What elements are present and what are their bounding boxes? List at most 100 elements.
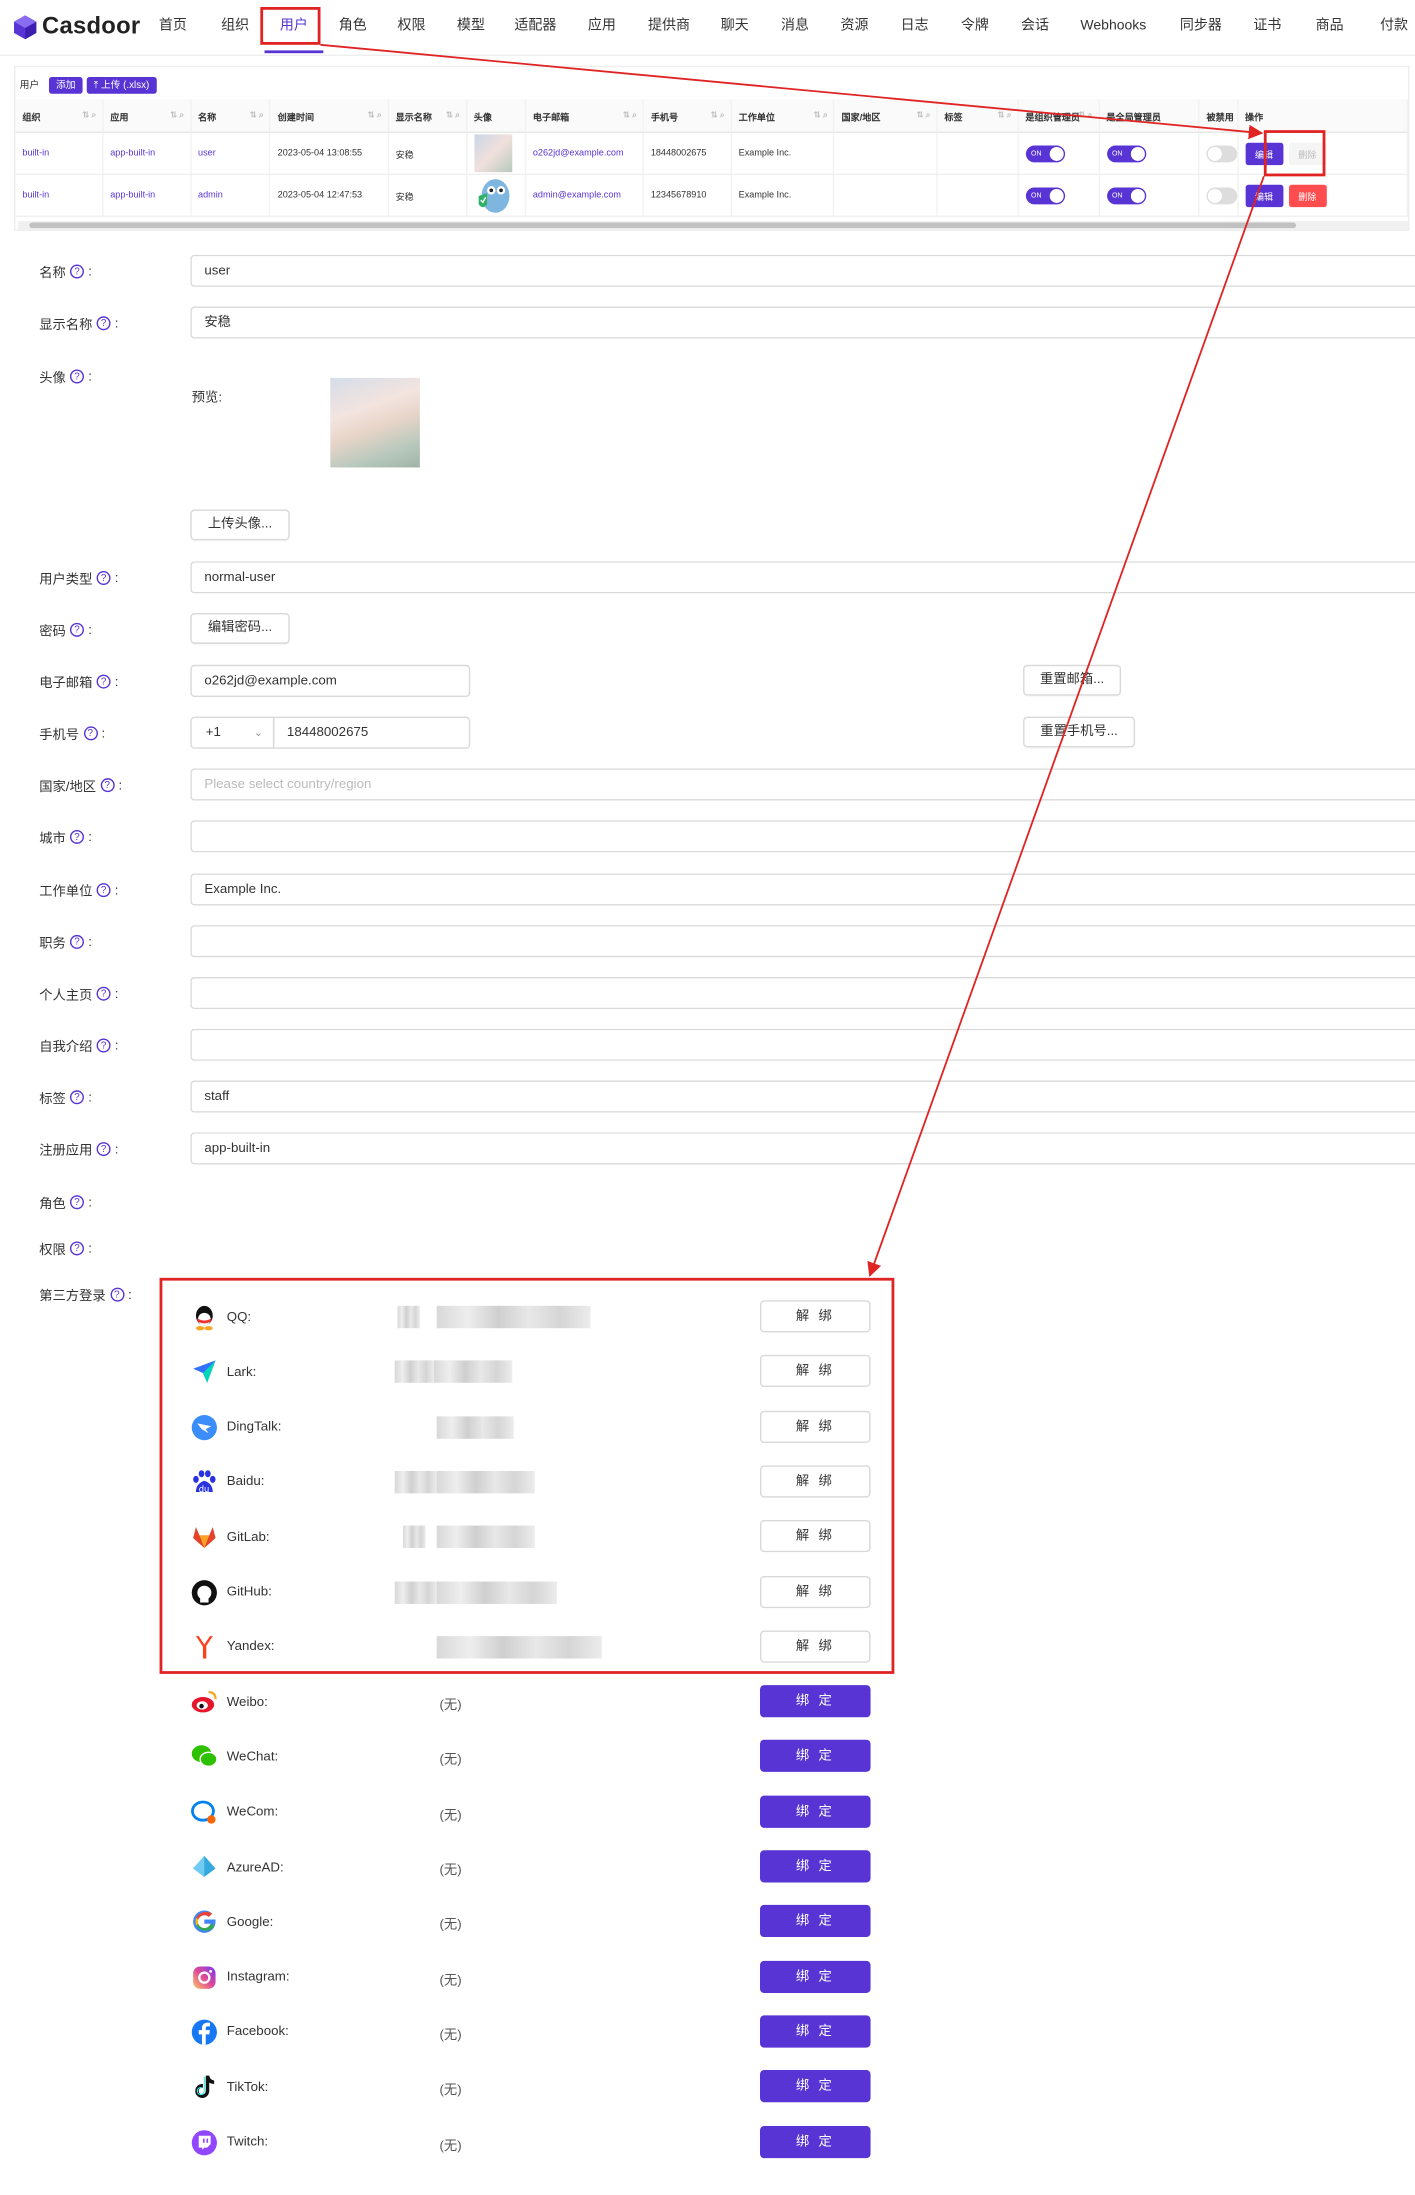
- table-row[interactable]: built-in app-built-in admin 2023-05-04 12:4…: [15, 174, 1409, 217]
- nav-item[interactable]: 权限: [382, 0, 441, 53]
- column-header[interactable]: 电子邮箱 ⇅ ⌕: [526, 99, 644, 132]
- column-header[interactable]: 名称 ⇅ ⌕: [191, 99, 271, 132]
- sort-filter-icon[interactable]: ⇅ ⌕: [813, 110, 827, 121]
- annotation-highlight-bound-providers: [159, 1277, 895, 1674]
- column-header[interactable]: 被禁用: [1200, 99, 1239, 132]
- edit-password-button[interactable]: 编辑密码...: [190, 613, 290, 644]
- sort-filter-icon[interactable]: ⇅ ⌕: [446, 110, 460, 121]
- display-name-input[interactable]: 安稳: [190, 306, 1415, 339]
- cell-name[interactable]: admin: [191, 174, 271, 216]
- horizontal-scrollbar[interactable]: [18, 221, 1408, 230]
- cell-app[interactable]: app-built-in: [103, 174, 192, 216]
- cell-created: 2023-05-04 12:47:53: [271, 174, 389, 216]
- is-admin-toggle[interactable]: ON: [1025, 144, 1065, 162]
- column-header[interactable]: 标签 ⇅ ⌕: [937, 99, 1019, 132]
- sort-filter-icon[interactable]: ⇅ ⌕: [916, 110, 930, 121]
- delete-button[interactable]: 删除: [1288, 184, 1327, 207]
- sort-filter-icon[interactable]: ⇅ ⌕: [82, 110, 96, 121]
- avatar-image[interactable]: [473, 134, 512, 173]
- sort-filter-icon[interactable]: ⇅ ⌕: [250, 110, 264, 121]
- bind-button[interactable]: 绑 定: [759, 2070, 871, 2103]
- scrollbar-thumb[interactable]: [29, 222, 1297, 229]
- nav-item[interactable]: 同步器: [1162, 0, 1240, 53]
- country-code-select[interactable]: +1 ⌄: [190, 716, 275, 749]
- nav-item[interactable]: 会话: [1005, 0, 1065, 53]
- is-global-admin-toggle[interactable]: ON: [1106, 186, 1146, 204]
- column-header[interactable]: 是全局管理员: [1099, 99, 1200, 132]
- bind-button[interactable]: 绑 定: [759, 2125, 871, 2158]
- bind-button[interactable]: 绑 定: [759, 1740, 871, 1773]
- logo[interactable]: Casdoor: [13, 11, 140, 42]
- nav-item[interactable]: 适配器: [501, 0, 570, 53]
- nav-item[interactable]: 消息: [766, 0, 825, 53]
- user-type-select[interactable]: normal-user: [190, 561, 1415, 594]
- nav-item[interactable]: 令牌: [945, 0, 1005, 53]
- sort-filter-icon[interactable]: ⇅ ⌕: [997, 110, 1011, 121]
- cell-email[interactable]: admin@example.com: [526, 174, 644, 216]
- title-input[interactable]: [190, 925, 1415, 958]
- upload-avatar-button[interactable]: 上传头像...: [190, 509, 290, 541]
- column-header[interactable]: 工作单位 ⇅ ⌕: [732, 99, 835, 132]
- nav-item[interactable]: 商品: [1295, 0, 1365, 53]
- column-header[interactable]: 显示名称 ⇅ ⌕: [389, 99, 467, 132]
- bind-button[interactable]: 绑 定: [759, 1960, 871, 1993]
- reset-email-button[interactable]: 重置邮箱...: [1023, 664, 1122, 696]
- signup-app-input[interactable]: app-built-in: [190, 1132, 1415, 1165]
- column-header[interactable]: 创建时间 ⇅ ⌕: [271, 99, 389, 132]
- is-admin-toggle[interactable]: ON: [1025, 186, 1065, 204]
- bind-button[interactable]: 绑 定: [759, 1905, 871, 1938]
- add-user-button[interactable]: 添加: [48, 76, 83, 94]
- upload-xlsx-button[interactable]: ⤒ 上传 (.xlsx): [86, 76, 157, 94]
- nav-item[interactable]: 角色: [323, 0, 382, 53]
- city-input[interactable]: [190, 820, 1415, 853]
- country-select[interactable]: Please select country/region: [190, 768, 1415, 801]
- bio-input[interactable]: [190, 1028, 1415, 1061]
- is-global-admin-toggle[interactable]: ON: [1106, 144, 1146, 162]
- column-header[interactable]: 应用 ⇅ ⌕: [103, 99, 192, 132]
- cell-org[interactable]: built-in: [15, 132, 104, 174]
- column-header[interactable]: 国家/地区 ⇅ ⌕: [835, 99, 938, 132]
- sort-filter-icon[interactable]: ⇅ ⌕: [1078, 110, 1092, 121]
- nav-item[interactable]: 资源: [824, 0, 884, 53]
- column-header[interactable]: 是组织管理员 ⇅ ⌕: [1018, 99, 1100, 132]
- cell-app[interactable]: app-built-in: [103, 132, 192, 174]
- cell-org[interactable]: built-in: [15, 174, 104, 216]
- bind-button[interactable]: 绑 定: [759, 1685, 871, 1718]
- cell-email[interactable]: o262jd@example.com: [526, 132, 644, 174]
- affiliation-input[interactable]: Example Inc.: [190, 873, 1415, 906]
- sort-filter-icon[interactable]: ⇅ ⌕: [170, 110, 184, 121]
- nav-item[interactable]: 应用: [570, 0, 634, 53]
- column-header[interactable]: 组织 ⇅ ⌕: [15, 99, 104, 132]
- tag-input[interactable]: staff: [190, 1080, 1415, 1113]
- sort-filter-icon[interactable]: ⇅ ⌕: [623, 110, 637, 121]
- avatar-image[interactable]: [474, 176, 512, 214]
- bind-button[interactable]: 绑 定: [759, 2015, 871, 2048]
- phone-input[interactable]: 18448002675: [272, 716, 471, 749]
- name-input[interactable]: user: [190, 254, 1415, 287]
- nav-item[interactable]: 日志: [885, 0, 945, 53]
- sort-filter-icon[interactable]: ⇅ ⌕: [368, 110, 382, 121]
- edit-button[interactable]: 编辑: [1245, 184, 1283, 207]
- nav-item[interactable]: 证书: [1240, 0, 1295, 53]
- reset-phone-button[interactable]: 重置手机号...: [1023, 716, 1136, 748]
- column-header[interactable]: 头像: [467, 99, 526, 132]
- column-header[interactable]: 操作: [1238, 99, 1409, 132]
- email-input[interactable]: o262jd@example.com: [190, 664, 471, 698]
- nav-item[interactable]: 付款: [1365, 0, 1415, 53]
- bind-button[interactable]: 绑 定: [759, 1795, 871, 1828]
- nav-item[interactable]: 提供商: [634, 0, 704, 53]
- nav-item[interactable]: 聊天: [704, 0, 766, 53]
- column-header-label: 手机号: [650, 112, 679, 123]
- column-header[interactable]: 手机号 ⇅ ⌕: [644, 99, 732, 132]
- sort-filter-icon[interactable]: ⇅ ⌕: [711, 110, 725, 121]
- nav-item[interactable]: Webhooks: [1065, 0, 1162, 53]
- nav-item[interactable]: 首页: [140, 0, 206, 53]
- bind-button[interactable]: 绑 定: [759, 1850, 871, 1883]
- nav-item[interactable]: 组织: [206, 0, 265, 53]
- is-forbidden-toggle[interactable]: [1206, 144, 1237, 162]
- table-row[interactable]: built-in app-built-in user 2023-05-04 13:08…: [15, 132, 1409, 175]
- cell-name[interactable]: user: [191, 132, 271, 174]
- nav-item[interactable]: 模型: [441, 0, 501, 53]
- is-forbidden-toggle[interactable]: [1206, 186, 1237, 204]
- homepage-input[interactable]: [190, 976, 1415, 1010]
